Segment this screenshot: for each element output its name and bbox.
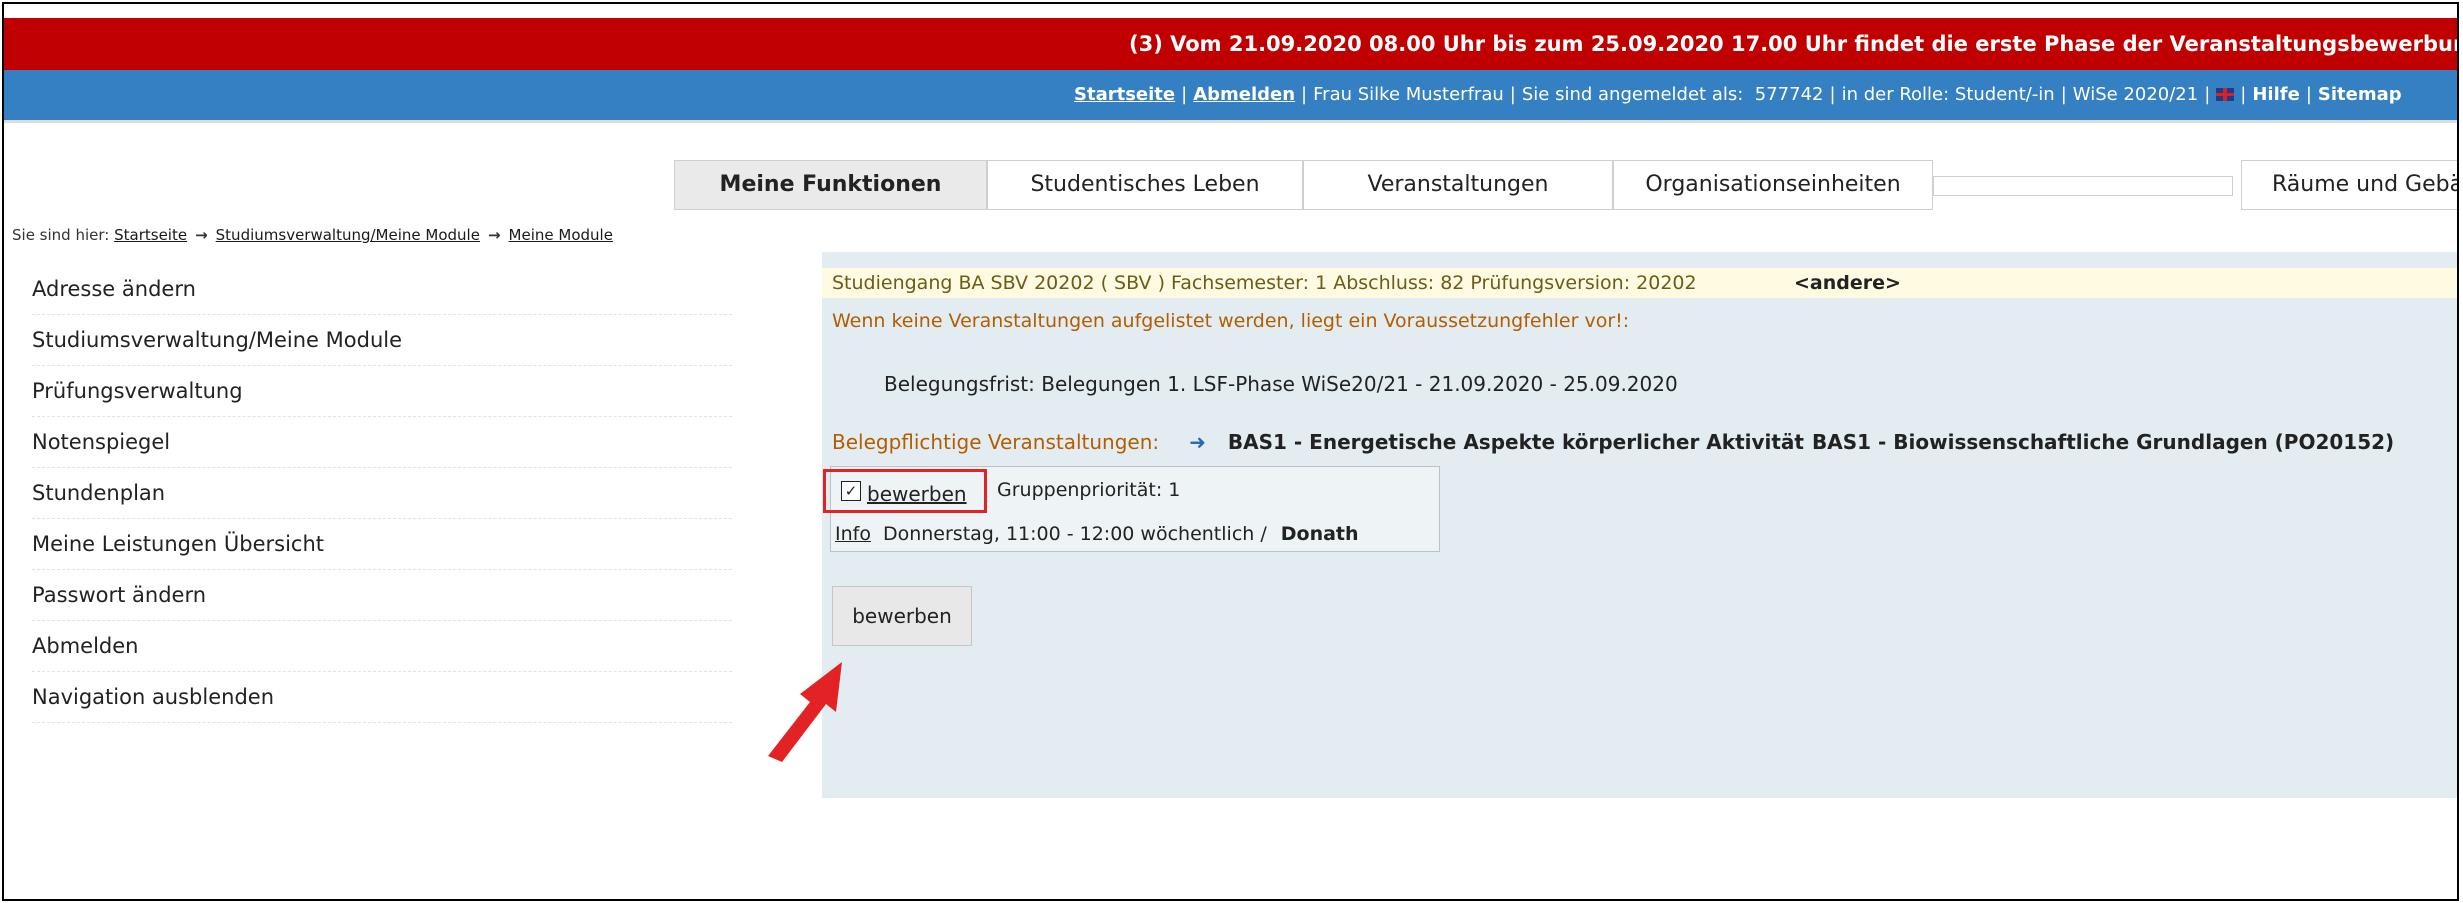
screenshot-frame: (3) Vom 21.09.2020 08.00 Uhr bis zum 25.…	[2, 2, 2459, 901]
info-link[interactable]: Info	[835, 523, 871, 545]
nav-divider	[4, 120, 2457, 123]
abmelden-link[interactable]: Abmelden	[1193, 84, 1295, 105]
studiengang-info: Studiengang BA SBV 20202 ( SBV ) Fachsem…	[832, 272, 1697, 294]
tab-organisationseinheiten[interactable]: Organisationseinheiten	[1613, 160, 1933, 210]
breadcrumb-meine-module[interactable]: Meine Module	[509, 226, 613, 244]
voraussetzung-warning: Wenn keine Veranstaltungen aufgelistet w…	[832, 310, 1630, 332]
belegpflichtige-label: Belegpflichtige Veranstaltungen:	[832, 430, 1160, 454]
belegpflichtige-row: Belegpflichtige Veranstaltungen: ➜ BAS1 - …	[832, 430, 2394, 454]
tab-empty[interactable]	[1933, 176, 2233, 196]
semester-text: WiSe 2020/21	[2072, 84, 2199, 105]
sidebar-nav: Adresse ändern Studiumsverwaltung/Meine …	[32, 264, 732, 723]
sidebar-item-abmelden[interactable]: Abmelden	[32, 621, 732, 672]
breadcrumb-prefix: Sie sind hier:	[12, 226, 110, 244]
phase-notice-banner: (3) Vom 21.09.2020 08.00 Uhr bis zum 25.…	[4, 18, 2457, 70]
user-bar: Startseite | Abmelden | Frau Silke Musterfra…	[4, 70, 2457, 120]
sidebar-item-navigation-ausblenden[interactable]: Navigation ausblenden	[32, 672, 732, 723]
andere-link[interactable]: <andere>	[1794, 268, 1901, 298]
frist-value: Belegungen 1. LSF-Phase WiSe20/21	[1041, 372, 1409, 396]
sitemap-link[interactable]: Sitemap	[2318, 84, 2402, 105]
arrow-right-icon: ➜	[1189, 430, 1206, 454]
tab-veranstaltungen[interactable]: Veranstaltungen	[1303, 160, 1613, 210]
sidebar-item-pruefungsverwaltung[interactable]: Prüfungsverwaltung	[32, 366, 732, 417]
sidebar-item-studiumsverwaltung[interactable]: Studiumsverwaltung/Meine Module	[32, 315, 732, 366]
breadcrumb-arrow-icon: →	[195, 226, 208, 244]
phase-notice-text: (3) Vom 21.09.2020 08.00 Uhr bis zum 25.…	[1129, 32, 2457, 56]
bewerben-checkbox[interactable]: ✓	[841, 481, 861, 501]
sidebar-item-leistungen-uebersicht[interactable]: Meine Leistungen Übersicht	[32, 519, 732, 570]
sidebar-item-adresse-aendern[interactable]: Adresse ändern	[32, 264, 732, 315]
tab-raeume-und-gebaeude[interactable]: Räume und Gebäude	[2241, 160, 2457, 210]
frist-dates: - 21.09.2020 - 25.09.2020	[1408, 372, 1678, 396]
belegungsfrist: Belegungsfrist: Belegungen 1. LSF-Phase …	[884, 372, 1678, 396]
sidebar-item-notenspiegel[interactable]: Notenspiegel	[32, 417, 732, 468]
breadcrumb: Sie sind hier: Startseite → Studiumsverwal…	[12, 226, 613, 244]
termin-text: Donnerstag, 11:00 - 12:00 wöchentlich /	[882, 523, 1267, 545]
bewerben-submit-button[interactable]: bewerben	[832, 586, 972, 646]
termin-row: Info Donnerstag, 11:00 - 12:00 wöchentlic…	[835, 523, 1359, 545]
dozent-name: Donath	[1280, 523, 1359, 545]
login-id: 577742	[1754, 84, 1824, 105]
main-content: Studiengang BA SBV 20202 ( SBV ) Fachsem…	[822, 252, 2457, 798]
role-text: in der Rolle: Student/-in	[1841, 84, 2055, 105]
sidebar-item-passwort-aendern[interactable]: Passwort ändern	[32, 570, 732, 621]
veranstaltung-title[interactable]: BAS1 - Energetische Aspekte körperlicher…	[1228, 430, 1804, 454]
breadcrumb-startseite[interactable]: Startseite	[114, 226, 187, 244]
user-name: Frau Silke Musterfrau	[1313, 84, 1504, 105]
sidebar-item-stundenplan[interactable]: Stundenplan	[32, 468, 732, 519]
startseite-link[interactable]: Startseite	[1074, 84, 1175, 105]
bewerben-checkbox-label[interactable]: bewerben	[867, 482, 967, 506]
logged-in-label: Sie sind angemeldet als:	[1521, 84, 1744, 105]
hilfe-link[interactable]: Hilfe	[2252, 84, 2299, 105]
breadcrumb-studiumsverwaltung[interactable]: Studiumsverwaltung/Meine Module	[216, 226, 480, 244]
red-arrow-pointer-icon	[768, 662, 842, 762]
gruppenprioritaet: Gruppenpriorität: 1	[997, 479, 1181, 501]
studiengang-info-row: Studiengang BA SBV 20202 ( SBV ) Fachsem…	[822, 268, 2457, 298]
tab-meine-funktionen[interactable]: Meine Funktionen	[674, 160, 987, 210]
tab-studentisches-leben[interactable]: Studentisches Leben	[987, 160, 1303, 210]
frist-label: Belegungsfrist:	[884, 372, 1035, 396]
uk-flag-icon[interactable]	[2216, 88, 2235, 101]
modul-title: BAS1 - Biowissenschaftliche Grundlagen (…	[1812, 430, 2395, 454]
group-box: ✓ bewerben Gruppenpriorität: 1 Info Donne…	[823, 466, 1440, 552]
breadcrumb-arrow-icon: →	[487, 226, 501, 244]
